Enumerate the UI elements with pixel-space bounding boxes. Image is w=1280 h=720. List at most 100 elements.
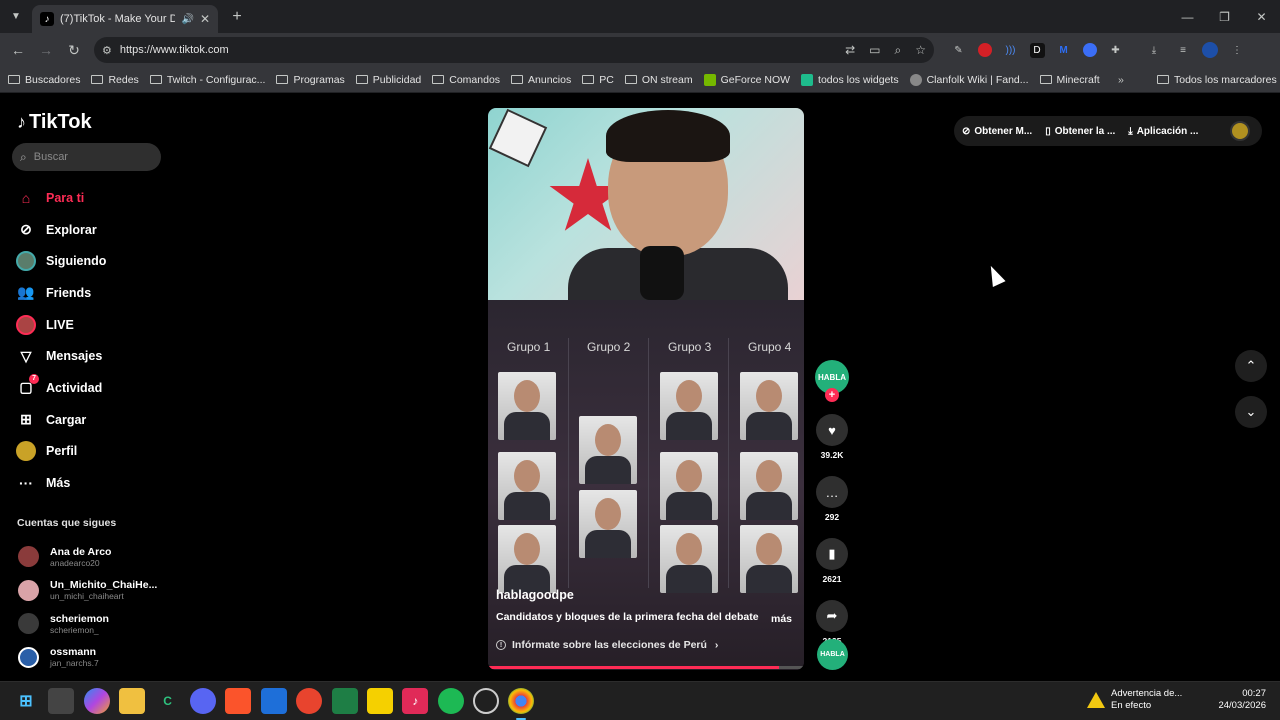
copilot-icon[interactable] xyxy=(83,688,110,714)
eyedropper-icon[interactable]: ✎ xyxy=(949,40,969,60)
next-video-button[interactable]: ⌄ xyxy=(1235,396,1267,428)
sidebar-item-mas[interactable]: ··· Más xyxy=(15,467,106,499)
site-info-icon[interactable]: ⚙ xyxy=(102,44,112,57)
address-bar[interactable]: ⚙ https://www.tiktok.com ⇄ ▭ ⌕ ☆ xyxy=(94,37,934,63)
speaker-icon[interactable]: 🔊 xyxy=(181,14,193,25)
all-bookmarks[interactable]: Todos los marcadores xyxy=(1157,74,1277,86)
search-input[interactable]: ⌕ Buscar xyxy=(12,143,161,171)
chrome-icon[interactable] xyxy=(508,688,535,720)
sidebar-item-label: Más xyxy=(46,476,71,491)
share-icon[interactable]: ➦ xyxy=(816,600,848,632)
browser-tab[interactable]: ♪ (7)TikTok - Make Your Day 🔊 ✕ xyxy=(32,5,218,33)
download-icon[interactable]: ⤓ xyxy=(1144,40,1164,60)
spotify-icon[interactable] xyxy=(437,688,464,714)
following-account[interactable]: Ana de Arco anadearco20 xyxy=(18,540,157,574)
tiktok-logo[interactable]: ♪ TikTok xyxy=(17,111,92,134)
bookmark-icon[interactable]: ▮ xyxy=(816,538,848,570)
file-explorer-icon[interactable] xyxy=(119,688,146,714)
sidebar-item-mensajes[interactable]: ▽ Mensajes xyxy=(15,340,106,372)
bookmark-link[interactable]: Clanfolk Wiki | Fand... xyxy=(909,73,1029,86)
comment-icon[interactable]: … xyxy=(816,476,848,508)
bookmark-folder[interactable]: Minecraft xyxy=(1039,74,1100,86)
windows-start-icon[interactable]: ⊞ xyxy=(13,688,39,714)
bookmark-folder[interactable]: ON stream xyxy=(624,74,693,86)
new-tab-button[interactable]: + xyxy=(226,6,248,28)
video-username[interactable]: hablagoodpe xyxy=(496,588,574,602)
system-clock[interactable]: 00:27 24/03/2026 xyxy=(1218,688,1266,712)
sidebar-item-perfil[interactable]: Perfil xyxy=(15,436,106,468)
following-title: Cuentas que sigues xyxy=(17,517,117,529)
red-extension-icon[interactable] xyxy=(977,43,992,57)
more-bookmarks-icon[interactable]: » xyxy=(1118,74,1124,86)
desktop-app-button[interactable]: ⤓ Aplicación ... xyxy=(1128,126,1198,137)
following-account[interactable]: Un_Michito_ChaiHe... un_michi_chaiheart xyxy=(18,574,157,608)
reload-button[interactable]: ↻ xyxy=(62,38,86,62)
bookmark-link[interactable]: GeForce NOW xyxy=(703,73,790,86)
zoom-icon[interactable]: ⌕ xyxy=(895,43,902,58)
app-icon[interactable]: C xyxy=(155,688,181,714)
sidebar-item-para-ti[interactable]: ⌂ Para ti xyxy=(15,182,106,214)
creator-avatar[interactable]: HABLA + xyxy=(815,360,849,402)
get-app-button[interactable]: ▯ Obtener la ... xyxy=(1045,126,1115,137)
waves-extension-icon[interactable]: ))) xyxy=(1001,40,1021,60)
blue-extension-icon[interactable] xyxy=(1082,43,1097,57)
bookmark-folder[interactable]: Comandos xyxy=(432,74,500,86)
profile-icon[interactable] xyxy=(1202,42,1218,58)
close-window-icon[interactable]: ✕ xyxy=(1243,0,1280,33)
bookmark-folder[interactable]: Anuncios xyxy=(511,74,571,86)
m-extension-icon[interactable]: M xyxy=(1054,40,1074,60)
translate-icon[interactable]: ⇄ xyxy=(845,43,855,57)
like-heart-icon[interactable]: ♥ xyxy=(816,414,848,446)
bookmark-folder[interactable]: Buscadores xyxy=(8,74,80,86)
word-icon[interactable] xyxy=(260,688,287,714)
sidebar-item-live[interactable]: LIVE xyxy=(15,309,106,341)
candidate-photo xyxy=(498,372,556,440)
video-player[interactable]: Grupo 1 Grupo 2 Grupo 3 Grupo 4 hablagoo… xyxy=(488,108,804,670)
media-icon[interactable]: ≡ xyxy=(1173,40,1193,60)
bookmark-folder[interactable]: Publicidad xyxy=(355,74,421,86)
bookmark-star-icon[interactable]: ☆ xyxy=(915,43,926,57)
follow-plus-icon[interactable]: + xyxy=(825,388,839,402)
bookmark-folder[interactable]: Twitch - Configurac... xyxy=(149,74,265,86)
menu-kebab-icon[interactable]: ⋮ xyxy=(1227,40,1247,60)
sticky-notes-icon[interactable] xyxy=(366,688,393,714)
bookmark-folder[interactable]: Redes xyxy=(91,74,139,86)
phone-icon: ▯ xyxy=(1045,125,1051,137)
profile-avatar[interactable] xyxy=(1230,121,1250,141)
task-view-icon[interactable] xyxy=(48,688,75,714)
sidebar-item-siguiendo[interactable]: Siguiendo xyxy=(15,245,106,277)
tab-search-icon[interactable]: ▼ xyxy=(0,11,32,22)
d-extension-icon[interactable]: D xyxy=(1029,42,1045,58)
following-account[interactable]: scheriemon scheriemon_ xyxy=(18,607,157,641)
sound-avatar[interactable]: HABLA xyxy=(817,639,848,670)
election-info-link[interactable]: ! Infórmate sobre las elecciones de Perú… xyxy=(496,639,718,651)
app-red-icon[interactable] xyxy=(296,688,323,714)
following-account[interactable]: ossmann jan_narchs.7 xyxy=(18,641,157,675)
bookmark-folder[interactable]: PC xyxy=(582,74,614,86)
obs-icon[interactable] xyxy=(473,688,500,714)
brave-icon[interactable] xyxy=(225,688,252,714)
sidebar-item-explorar[interactable]: ⊘ Explorar xyxy=(15,214,106,246)
folder-icon xyxy=(8,75,20,84)
video-progress-bar[interactable] xyxy=(488,666,804,669)
get-coins-button[interactable]: ⊘ Obtener M... xyxy=(962,126,1032,137)
puzzle-icon[interactable]: ✚ xyxy=(1106,40,1126,60)
tiktok-note-icon: ♪ xyxy=(17,112,26,132)
restore-icon[interactable]: ❐ xyxy=(1206,0,1243,33)
bookmark-link[interactable]: todos los widgets xyxy=(801,73,899,86)
forward-button[interactable]: → xyxy=(34,38,58,62)
sidebar-item-actividad[interactable]: ▢ 7 Actividad xyxy=(15,372,106,404)
minimize-icon[interactable]: — xyxy=(1169,0,1206,33)
back-button[interactable]: ← xyxy=(6,38,30,62)
excel-icon[interactable] xyxy=(331,688,358,714)
cast-icon[interactable]: ▭ xyxy=(869,43,880,57)
bookmark-folder[interactable]: Programas xyxy=(276,74,345,86)
discord-icon[interactable] xyxy=(189,688,216,714)
sidebar-item-friends[interactable]: 👥 Friends xyxy=(15,277,106,309)
previous-video-button[interactable]: ⌃ xyxy=(1235,350,1267,382)
sidebar-item-cargar[interactable]: ⊞ Cargar xyxy=(15,404,106,436)
more-button[interactable]: más xyxy=(771,613,792,625)
weather-warning[interactable]: Advertencia de... En efecto xyxy=(1087,688,1182,712)
tiktok-app-icon[interactable]: ♪ xyxy=(402,688,429,714)
close-tab-icon[interactable]: ✕ xyxy=(200,12,210,26)
